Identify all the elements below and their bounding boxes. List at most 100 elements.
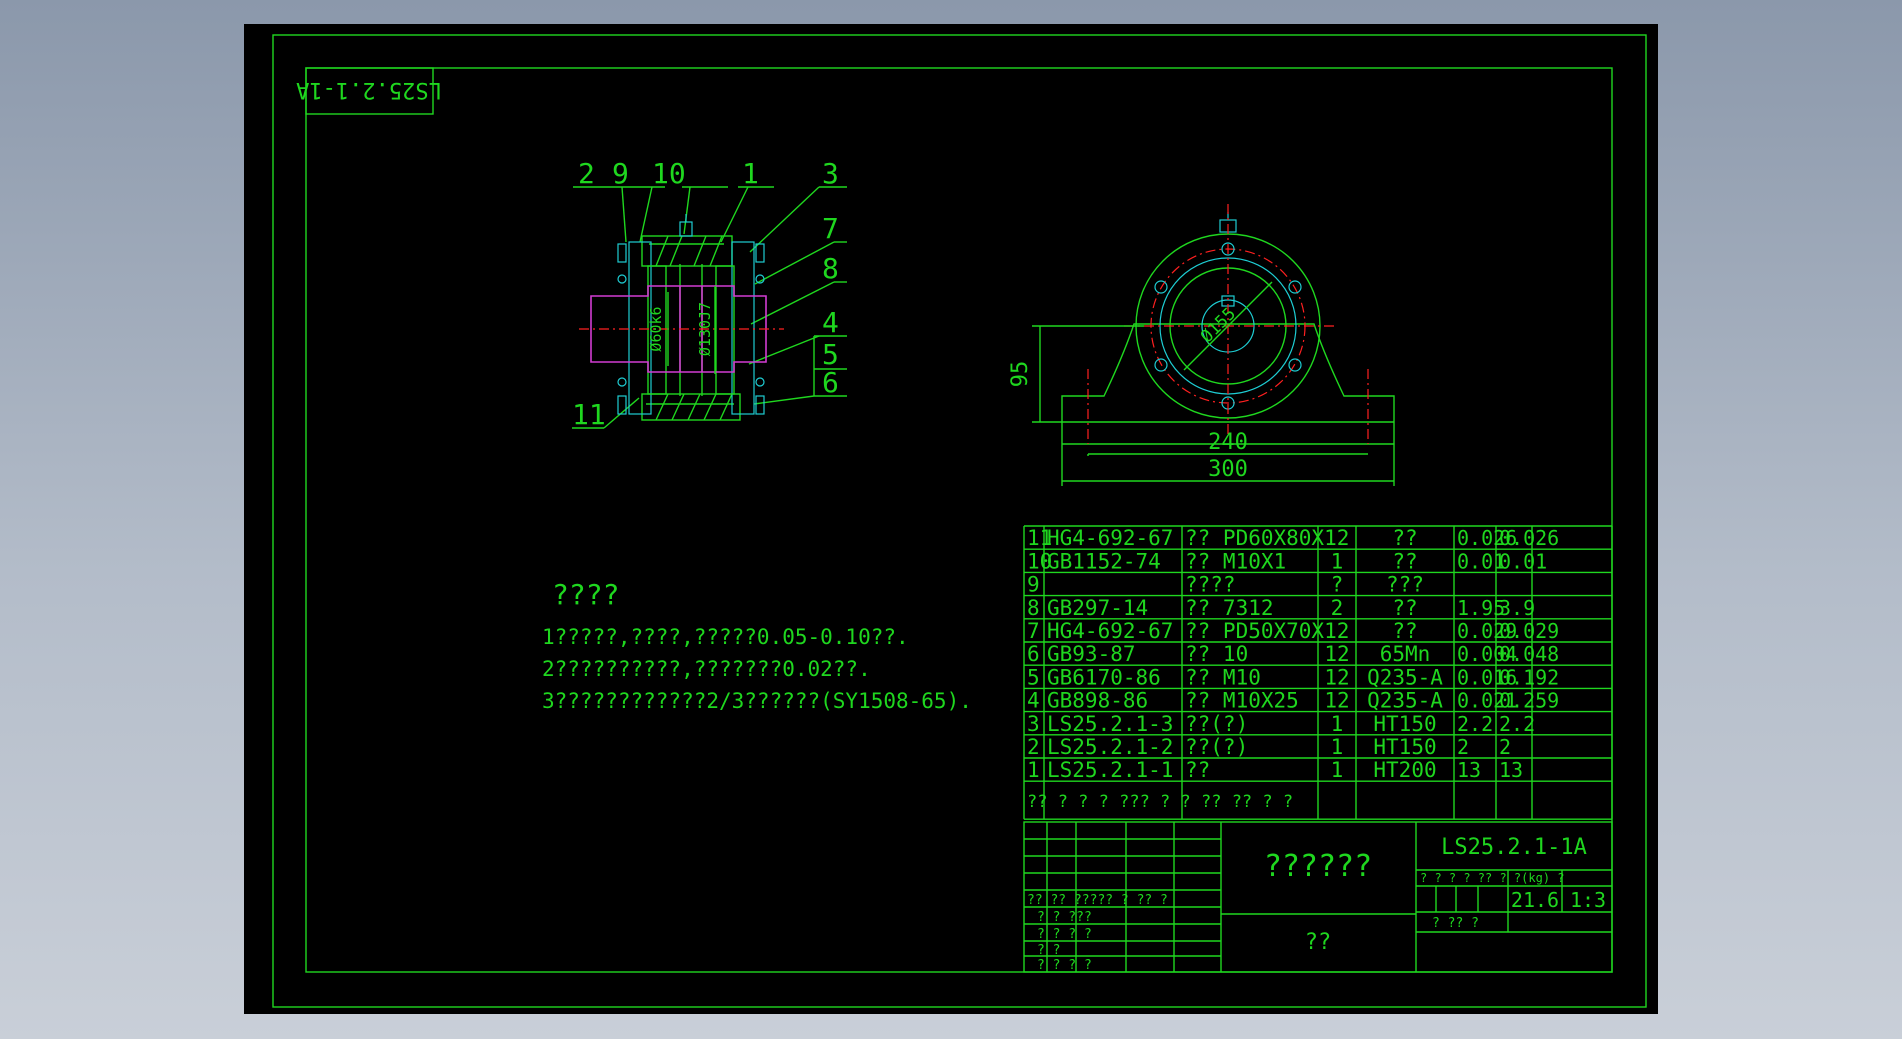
- bom-row-code: HG4-692-67: [1047, 619, 1173, 643]
- title-drawing-number: LS25.2.1-1A: [1441, 835, 1587, 860]
- bom-row-material: ??: [1392, 619, 1417, 643]
- bom-row-unit-mass: 13: [1457, 758, 1481, 782]
- balloon-9: 9: [612, 157, 629, 190]
- bom-table[interactable]: 11HG4-692-67?? PD60X80X12?? 0.0260.02610G…: [1023, 525, 1613, 820]
- balloon-8: 8: [822, 252, 839, 285]
- bom-row-qty: 12: [1324, 642, 1349, 666]
- balloon-6: 6: [822, 366, 839, 399]
- note-line-1: 1?????,????,?????0.05-0.10??.: [542, 625, 909, 649]
- bom-row-code: GB1152-74: [1047, 549, 1161, 573]
- bom-row-material: 65Mn: [1380, 642, 1431, 666]
- mass-scale-header: ? ? ? ? ?? ? ?(kg) ?: [1420, 871, 1565, 885]
- bom-row-code: LS25.2.1-3: [1047, 712, 1173, 736]
- bom-row-total-mass: 3.9: [1499, 596, 1535, 620]
- bom-row-unit-mass: 1.95: [1457, 596, 1505, 620]
- bom-row-qty: 12: [1324, 665, 1349, 689]
- bom-row-qty: 1: [1331, 758, 1344, 782]
- title-block[interactable]: ?? ?? ????? ? ?? ? ? ? ??? ? ? ? ? ? ? ?…: [1023, 821, 1613, 973]
- technical-notes: ???? 1?????,????,?????0.05-0.10??. 2????…: [542, 578, 972, 713]
- bom-row-code: LS25.2.1-2: [1047, 735, 1173, 759]
- bom-row-name: ??: [1185, 758, 1210, 782]
- balloon-2: 2: [578, 157, 595, 190]
- bore-diameter-label: Ø130J7: [696, 302, 714, 356]
- bom-row-qty: 1: [1331, 549, 1344, 573]
- bolt-span-dimension: 240: [1208, 430, 1248, 455]
- bom-row-material: HT150: [1373, 712, 1436, 736]
- height-dimension: 95: [1008, 361, 1033, 388]
- sign-row-3: ? ?: [1037, 943, 1060, 958]
- mass-value: 21.6: [1511, 888, 1559, 912]
- bom-row-material: ??: [1392, 549, 1417, 573]
- company-unit: ??: [1305, 930, 1332, 955]
- bom-row-total-mass: 0.029: [1499, 619, 1559, 643]
- bom-row-name: ?? PD50X70X12: [1185, 619, 1349, 643]
- bom-row-name: ????: [1185, 573, 1236, 597]
- section-view[interactable]: Ø60k6 Ø130J7 2 9 10 1 3 7 8 4 5 6 11: [572, 157, 847, 431]
- shaft-diameter-label: Ø60k6: [647, 306, 665, 351]
- drawing-sheet[interactable]: LS25.2.1-1A Ø60k6 Ø130J7 2 9 10 1 3 7 8 …: [244, 24, 1658, 1014]
- notes-title: ????: [552, 578, 619, 611]
- sign-row-1: ? ? ???: [1037, 910, 1092, 925]
- bom-row-no: 3: [1027, 712, 1040, 736]
- bom-row-name: ??(?): [1185, 735, 1248, 759]
- bom-row-material: HT200: [1373, 758, 1436, 782]
- bom-row-code: GB898-86: [1047, 689, 1148, 713]
- bom-row-code: GB6170-86: [1047, 665, 1161, 689]
- rotated-drawing-number: LS25.2.1-1A: [296, 77, 442, 102]
- bom-row-name: ??(?): [1185, 712, 1248, 736]
- bom-row-total-mass: 0.192: [1499, 665, 1559, 689]
- note-line-3: 3????????????2/3??????(SY1508-65).: [542, 689, 972, 713]
- bom-row-unit-mass: 2.2: [1457, 712, 1493, 736]
- bom-row-unit-mass: 0.01: [1457, 549, 1505, 573]
- bom-row-qty: 12: [1324, 689, 1349, 713]
- sheet-row: ? ?? ?: [1432, 916, 1479, 931]
- sign-row-4: ? ? ? ?: [1037, 958, 1092, 973]
- end-view[interactable]: Ø155 95 240 300: [1008, 204, 1395, 486]
- base-length-dimension: 300: [1208, 457, 1248, 482]
- bom-row-total-mass: 0.048: [1499, 642, 1559, 666]
- bom-row-no: 4: [1027, 689, 1040, 713]
- bom-row-material: ??: [1392, 526, 1417, 550]
- bom-row-total-mass: 2: [1499, 735, 1511, 759]
- bom-row-qty: ?: [1331, 573, 1344, 597]
- bom-row-name: ?? 10: [1185, 642, 1248, 666]
- sign-row-2: ? ? ? ?: [1037, 927, 1092, 942]
- bom-row-code: GB93-87: [1047, 642, 1136, 666]
- outer-frame: [272, 34, 1647, 1008]
- drawing-title: ??????: [1264, 849, 1372, 884]
- balloon-3: 3: [822, 157, 839, 190]
- bom-header: ?? ? ? ? ??? ? ? ?? ?? ? ?: [1027, 792, 1293, 812]
- bom-row-material: ???: [1386, 573, 1424, 597]
- bom-row-qty: 1: [1331, 712, 1344, 736]
- scale-value: 1:3: [1570, 888, 1606, 912]
- balloon-1: 1: [742, 157, 759, 190]
- bom-row-no: 6: [1027, 642, 1040, 666]
- bom-row-no: 8: [1027, 596, 1040, 620]
- bom-row-material: HT150: [1373, 735, 1436, 759]
- bom-row-total-mass: 13: [1499, 758, 1523, 782]
- bom-row-material: ??: [1392, 596, 1417, 620]
- bom-row-total-mass: 0.026: [1499, 526, 1559, 550]
- bom-row-unit-mass: 2: [1457, 735, 1469, 759]
- bom-row-total-mass: 0.01: [1499, 549, 1547, 573]
- bom-row-code: HG4-692-67: [1047, 526, 1173, 550]
- bom-row-qty: 1: [1331, 735, 1344, 759]
- bom-row-no: 9: [1027, 573, 1040, 597]
- sign-header: ?? ?? ????? ? ?? ?: [1027, 893, 1168, 908]
- bom-row-code: LS25.2.1-1: [1047, 758, 1173, 782]
- balloon-10: 10: [652, 157, 686, 190]
- bom-row-qty: 2: [1331, 596, 1344, 620]
- bom-row-material: Q235-A: [1367, 665, 1443, 689]
- bom-row-total-mass: 0.259: [1499, 689, 1559, 713]
- bom-row-code: GB297-14: [1047, 596, 1148, 620]
- balloon-11: 11: [572, 398, 606, 431]
- bom-row-name: ?? M10: [1185, 665, 1261, 689]
- bom-row-name: ?? M10X1: [1185, 549, 1286, 573]
- balloon-4: 4: [822, 306, 839, 339]
- bom-row-name: ?? M10X25: [1185, 689, 1299, 713]
- bom-row-name: ?? PD60X80X12: [1185, 526, 1349, 550]
- bom-row-no: 2: [1027, 735, 1040, 759]
- bom-row-no: 5: [1027, 665, 1040, 689]
- bom-row-no: 7: [1027, 619, 1040, 643]
- bom-row-total-mass: 2.2: [1499, 712, 1535, 736]
